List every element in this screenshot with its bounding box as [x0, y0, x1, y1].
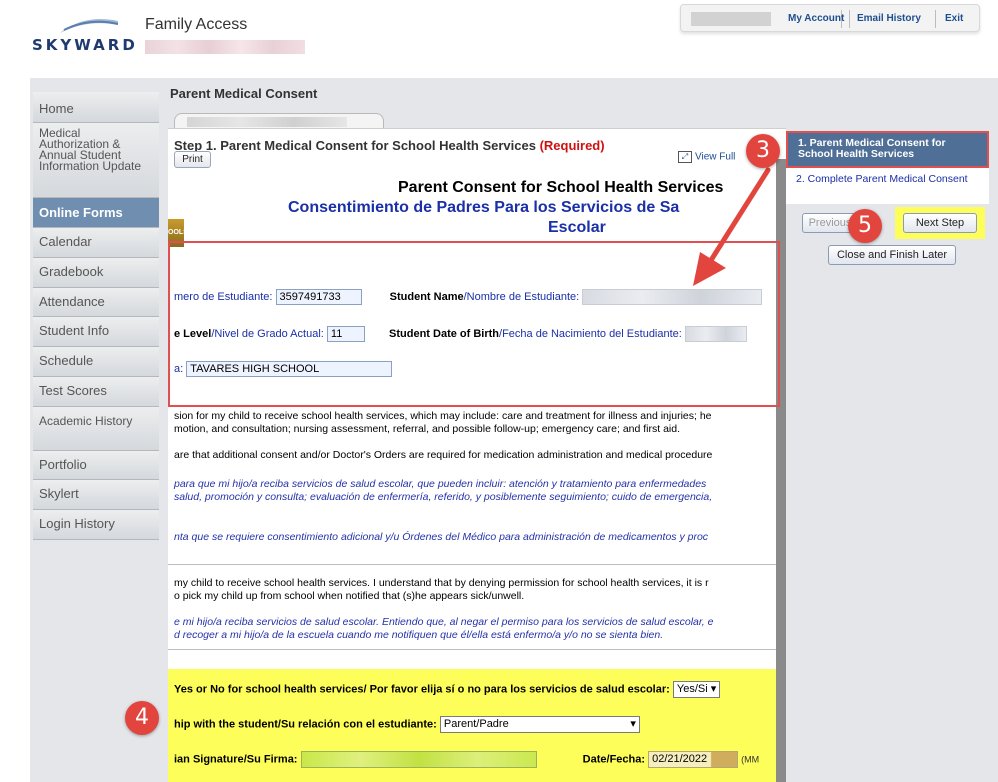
- annotation-arrow-icon: [693, 167, 771, 286]
- annotation-badge-4: 4: [125, 701, 159, 735]
- annotation-badge-3: 3: [746, 134, 780, 168]
- annotation-badge-5: 5: [848, 209, 882, 243]
